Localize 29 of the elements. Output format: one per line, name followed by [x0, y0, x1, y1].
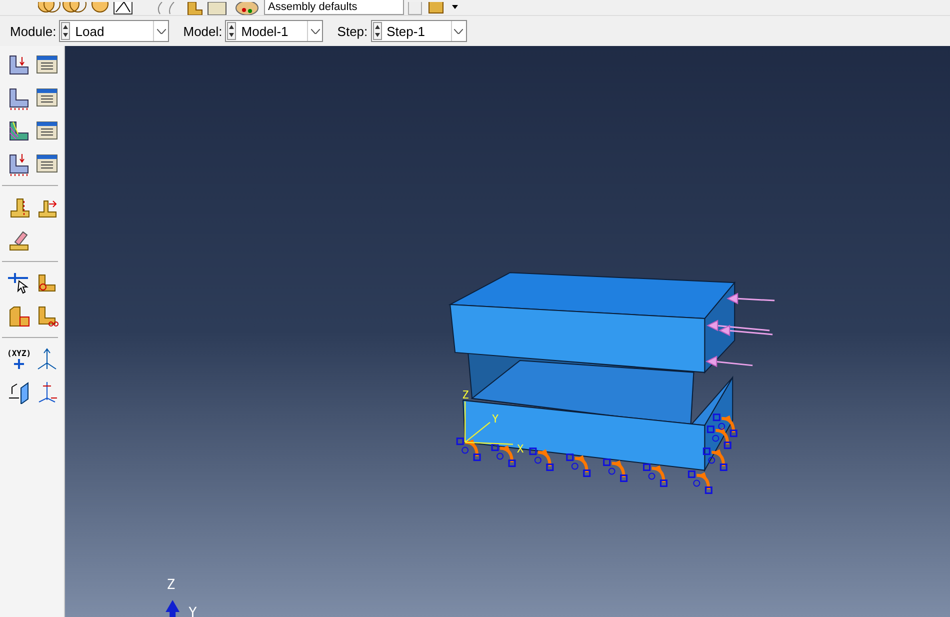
chevron-down-icon — [310, 28, 320, 34]
field-label: Model: — [183, 24, 222, 38]
chevron-down-icon — [454, 28, 464, 34]
load-icon[interactable] — [7, 152, 31, 176]
module-combo[interactable]: Load — [59, 20, 170, 42]
axis-label: Y — [492, 412, 499, 426]
spinner-icon[interactable] — [372, 22, 382, 40]
cursor-icon[interactable] — [7, 271, 31, 295]
render-style-combo[interactable]: Assembly defaults — [264, 0, 404, 15]
axis-label: Y — [188, 605, 197, 617]
palette-icon[interactable] — [234, 2, 260, 15]
field-label: Module: — [10, 24, 56, 38]
spinner-icon[interactable] — [61, 22, 70, 40]
model-combo[interactable]: Model-1 — [225, 20, 324, 42]
field-label: Step: — [337, 24, 368, 38]
datum-plane-icon[interactable] — [7, 380, 31, 404]
block-icon[interactable] — [7, 304, 31, 328]
axis-label: Z — [166, 577, 176, 594]
axis-label: Z — [462, 388, 469, 402]
coordinate-system-drawing — [464, 400, 514, 445]
step-combo[interactable]: Step-1 — [370, 20, 467, 42]
z-axis-arrow-icon — [166, 600, 180, 617]
field-icon[interactable] — [7, 119, 31, 143]
boundary-condition-icon[interactable] — [7, 53, 31, 77]
datum-axis-icon[interactable] — [35, 347, 59, 371]
fixed-support-icon[interactable] — [7, 86, 31, 110]
chevron-down-icon — [156, 28, 166, 34]
spinner-icon[interactable] — [227, 22, 236, 40]
datum-point-label: (XYZ) — [7, 349, 31, 358]
